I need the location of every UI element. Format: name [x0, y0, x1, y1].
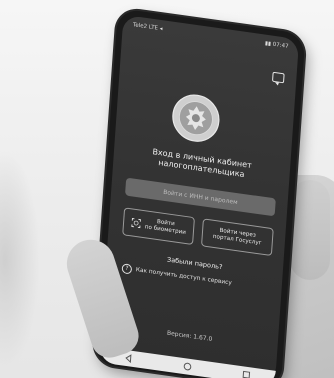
- page-title: Вход в личный кабинет налогоплательщика: [127, 144, 276, 185]
- finger: [290, 180, 330, 280]
- status-left: Tele2 LTE ◂: [132, 22, 163, 33]
- biometrics-button[interactable]: Войти по биометрии: [122, 207, 195, 246]
- fns-emblem: [172, 94, 220, 142]
- status-right: ▮▮ 07:47: [264, 40, 289, 50]
- background-blur: [0, 150, 40, 370]
- alt-login-buttons: Войти по биометрии Войти через портал Го…: [122, 207, 274, 257]
- recents-icon[interactable]: [241, 369, 252, 378]
- version-label: Версия: 1.67.0: [166, 329, 213, 343]
- gosuslugi-button[interactable]: Войти через портал Госуслуг: [200, 218, 274, 257]
- home-icon[interactable]: [182, 361, 193, 372]
- chat-icon[interactable]: [271, 71, 285, 84]
- face-id-icon: [131, 218, 141, 229]
- login-button-label: Войти с ИНН и паролем: [162, 188, 238, 206]
- question-icon: ?: [121, 263, 133, 275]
- back-icon[interactable]: [124, 353, 135, 364]
- forgot-password-label: Забыли пароль?: [166, 255, 223, 272]
- photo-scene: Tele2 LTE ◂ ▮▮ 07:47 Вход в личный кабин…: [0, 0, 334, 378]
